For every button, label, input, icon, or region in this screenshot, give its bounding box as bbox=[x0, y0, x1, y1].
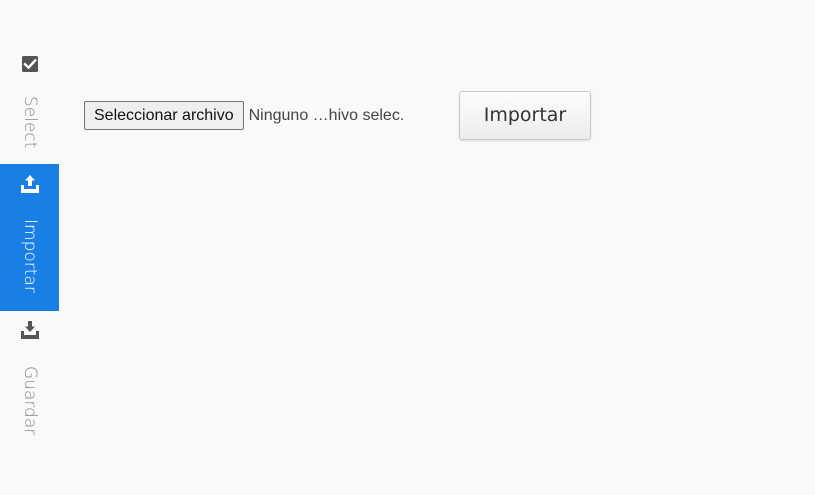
upload-icon bbox=[20, 174, 40, 194]
sidebar-item-label: Importar bbox=[20, 219, 40, 293]
sidebar-item-importar[interactable]: Importar bbox=[0, 164, 59, 311]
sidebar-item-label: Guardar bbox=[20, 366, 40, 436]
sidebar-item-select[interactable]: Select bbox=[0, 45, 59, 162]
file-status-text: Ninguno …hivo selec. bbox=[248, 106, 405, 124]
checkbox-icon bbox=[20, 54, 40, 74]
sidebar-item-label: Select bbox=[20, 96, 40, 149]
sidebar-item-guardar[interactable]: Guardar bbox=[0, 312, 59, 452]
file-input: Seleccionar archivo Ninguno …hivo selec. bbox=[84, 101, 404, 130]
sidebar-tab-bar: Select Importar Guardar bbox=[0, 0, 59, 495]
import-button[interactable]: Importar bbox=[459, 91, 591, 140]
download-icon bbox=[20, 320, 40, 340]
choose-file-button[interactable]: Seleccionar archivo bbox=[84, 101, 244, 130]
